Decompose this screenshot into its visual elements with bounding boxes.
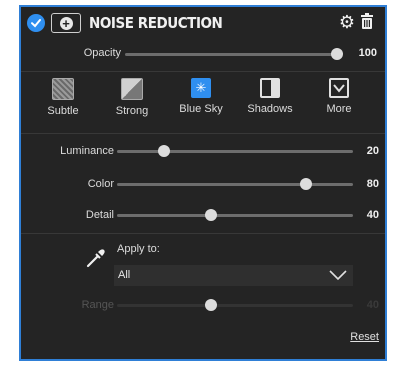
opacity-slider[interactable] (125, 48, 343, 60)
detail-label: Detail (85, 209, 114, 221)
divider (21, 71, 385, 72)
add-filter-button[interactable]: + (51, 13, 81, 33)
color-value: 80 (366, 178, 379, 190)
blue-sky-icon: ✳ (191, 78, 211, 98)
range-slider-thumb (205, 299, 218, 311)
strong-texture-icon (121, 78, 143, 100)
preset-more[interactable]: More (311, 78, 367, 115)
reset-link[interactable]: Reset (350, 331, 379, 343)
panel-title: NOISE REDUCTION (89, 14, 223, 32)
plus-icon: + (59, 16, 73, 30)
luminance-label: Luminance (60, 145, 114, 157)
apply-to-selected: All (118, 269, 131, 281)
check-circle-icon[interactable] (27, 14, 45, 32)
panel-header: + NOISE REDUCTION ⚙ (21, 7, 385, 39)
detail-slider-thumb[interactable] (205, 209, 218, 221)
noise-reduction-panel: + NOISE REDUCTION ⚙ Opacity 100 Subtle S… (19, 5, 387, 361)
opacity-value: 100 (358, 47, 377, 59)
color-slider-thumb[interactable] (299, 178, 312, 190)
eyedropper-icon[interactable] (85, 247, 107, 269)
range-label: Range (81, 299, 114, 311)
subtle-texture-icon (52, 78, 74, 100)
range-slider (117, 299, 353, 311)
luminance-slider-thumb[interactable] (158, 145, 171, 157)
preset-strong[interactable]: Strong (104, 78, 160, 117)
chevron-down-icon (329, 268, 347, 287)
opacity-label: Opacity (83, 47, 121, 59)
color-label: Color (87, 178, 114, 190)
chevron-down-box-icon (329, 78, 349, 98)
detail-value: 40 (366, 209, 379, 221)
preset-blue-sky[interactable]: ✳ Blue Sky (173, 78, 229, 115)
gear-icon[interactable]: ⚙ (339, 12, 355, 32)
divider (21, 133, 385, 134)
trash-icon[interactable] (361, 13, 373, 29)
luminance-slider[interactable] (117, 145, 353, 157)
detail-slider[interactable] (117, 209, 353, 221)
color-slider[interactable] (117, 178, 353, 190)
shadows-icon (260, 78, 280, 98)
apply-to-dropdown[interactable]: All (114, 265, 353, 286)
apply-to-label: Apply to: (117, 243, 160, 255)
preset-subtle[interactable]: Subtle (35, 78, 91, 117)
preset-shadows[interactable]: Shadows (242, 78, 298, 115)
divider (21, 233, 385, 234)
range-value: 40 (366, 299, 379, 311)
luminance-value: 20 (366, 145, 379, 157)
